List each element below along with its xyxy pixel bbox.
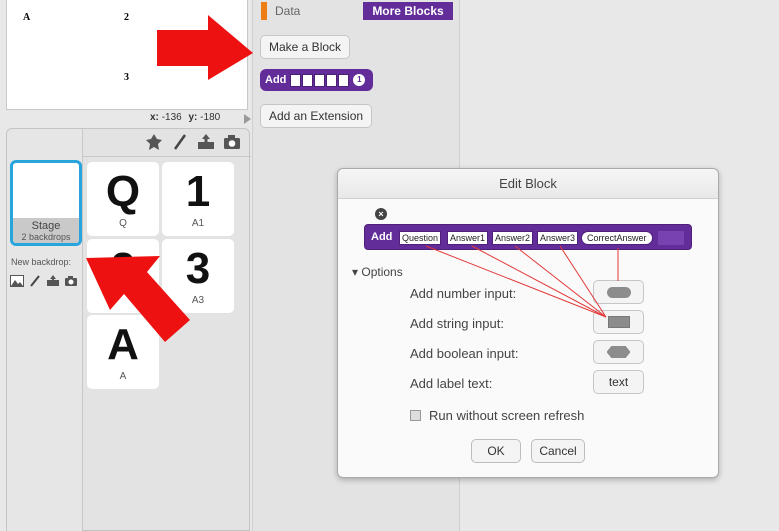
block-slot[interactable]	[290, 73, 302, 87]
param-answer3[interactable]: Answer3	[537, 231, 579, 245]
param-empty-slot[interactable]	[658, 231, 684, 245]
mouse-coordinates: x: -136 y: -180	[150, 112, 224, 123]
sprite-library-icon[interactable]	[145, 133, 163, 151]
rectangle-shape-icon	[607, 316, 630, 328]
run-without-refresh-checkbox[interactable]	[410, 410, 421, 421]
camera-icon[interactable]	[64, 275, 78, 287]
ok-button[interactable]: OK	[471, 439, 521, 463]
sprite-name: A	[119, 371, 127, 382]
oval-shape-icon	[606, 286, 631, 298]
run-without-refresh-label: Run without screen refresh	[429, 408, 585, 423]
sprite-pane: Stage 2 backdrops New backdrop: Q Q 1 A1…	[6, 128, 251, 531]
sprite-name: Q	[119, 218, 127, 229]
sprite-thumbnail: 1	[185, 167, 211, 216]
y-value: -180	[200, 112, 221, 123]
upload-icon[interactable]	[197, 133, 215, 151]
triangle-down-icon: ▾	[352, 265, 359, 279]
stage-preview[interactable]: A 2 3	[6, 0, 248, 110]
paintbrush-icon[interactable]	[171, 133, 189, 151]
stage-column: Stage 2 backdrops New backdrop:	[7, 129, 83, 531]
number-input-label: Add number input:	[410, 286, 517, 301]
sprite-tile[interactable]: 3 A3	[162, 239, 234, 313]
block-slot[interactable]	[314, 73, 326, 87]
scratch-editor: A 2 3 x: -136 y: -180 Stage 2 backdrops …	[0, 0, 779, 531]
close-icon[interactable]: ×	[375, 208, 387, 220]
data-color-swatch	[261, 2, 267, 20]
add-extension-button[interactable]: Add an Extension	[260, 104, 373, 128]
new-sprite-tools	[145, 133, 241, 151]
category-data[interactable]: Data	[261, 2, 300, 20]
sprite-tile[interactable]: A A	[87, 315, 159, 389]
stage-label-a: A	[23, 12, 31, 23]
stage-title: Stage	[31, 220, 61, 232]
stage-label-3: 3	[124, 72, 129, 83]
param-answer2[interactable]: Answer2	[492, 231, 534, 245]
block-slot[interactable]	[338, 73, 350, 87]
new-backdrop-label: New backdrop:	[11, 257, 72, 267]
add-number-input-button[interactable]	[593, 280, 644, 304]
label-button-text: text	[608, 375, 629, 389]
param-question[interactable]: Question	[399, 231, 442, 245]
sprite-toolbar-bar	[83, 129, 251, 157]
sprite-name: A1	[191, 218, 205, 229]
upload-icon[interactable]	[46, 275, 60, 287]
block-slot[interactable]	[302, 73, 314, 87]
options-toggle[interactable]: ▾ Options	[352, 265, 403, 279]
category-data-label: Data	[275, 4, 301, 18]
backdrop-count: 2 backdrops	[21, 232, 71, 242]
block-definition: Add Question Answer1 Answer2 Answer3 Cor…	[364, 224, 692, 250]
make-a-block-button[interactable]: Make a Block	[260, 35, 351, 59]
block-badge: 1	[353, 74, 366, 86]
label-text-label: Add label text:	[410, 376, 493, 391]
options-label: Options	[361, 265, 403, 279]
sprite-tile[interactable]: 2	[87, 239, 159, 313]
add-string-input-button[interactable]	[593, 310, 644, 334]
sprite-tile[interactable]: Q Q	[87, 162, 159, 236]
stage-thumbnail-label: Stage 2 backdrops	[13, 218, 79, 243]
block-label[interactable]: Add	[371, 231, 392, 243]
dialog-title: Edit Block	[338, 169, 718, 199]
collapse-arrow-icon[interactable]	[244, 114, 251, 124]
string-input-label: Add string input:	[410, 316, 504, 331]
paintbrush-icon[interactable]	[28, 275, 42, 287]
add-boolean-input-button[interactable]	[593, 340, 644, 364]
x-value: -136	[161, 112, 182, 123]
category-more-blocks[interactable]: More Blocks	[363, 2, 453, 20]
edit-block-dialog: Edit Block × Add Question Answer1 Answer…	[337, 168, 719, 478]
stage-thumbnail[interactable]: Stage 2 backdrops	[10, 160, 82, 246]
landscape-icon[interactable]	[10, 275, 24, 287]
sprite-name: A3	[191, 295, 205, 306]
cancel-button[interactable]: Cancel	[531, 439, 585, 463]
y-label: y:	[188, 112, 198, 123]
param-correct-answer[interactable]: CorrectAnswer	[581, 231, 653, 245]
add-custom-block[interactable]: Add 1	[260, 69, 373, 91]
sprite-thumbnail: 3	[185, 244, 211, 293]
x-label: x:	[150, 112, 159, 123]
add-label-text-button[interactable]: text	[593, 370, 644, 394]
hexagon-shape-icon	[606, 346, 631, 358]
sprite-tile[interactable]: 1 A1	[162, 162, 234, 236]
add-block-label: Add	[265, 74, 287, 86]
run-without-refresh-option[interactable]: Run without screen refresh	[410, 408, 584, 423]
param-answer1[interactable]: Answer1	[447, 231, 489, 245]
sprite-thumbnail: A	[107, 320, 139, 369]
camera-icon[interactable]	[223, 133, 241, 151]
sprite-thumbnail: Q	[105, 167, 141, 216]
sprite-thumbnail: 2	[110, 244, 136, 293]
new-backdrop-tools	[10, 275, 78, 287]
boolean-input-label: Add boolean input:	[410, 346, 519, 361]
stage-label-2: 2	[124, 12, 129, 23]
block-slot[interactable]	[326, 73, 338, 87]
